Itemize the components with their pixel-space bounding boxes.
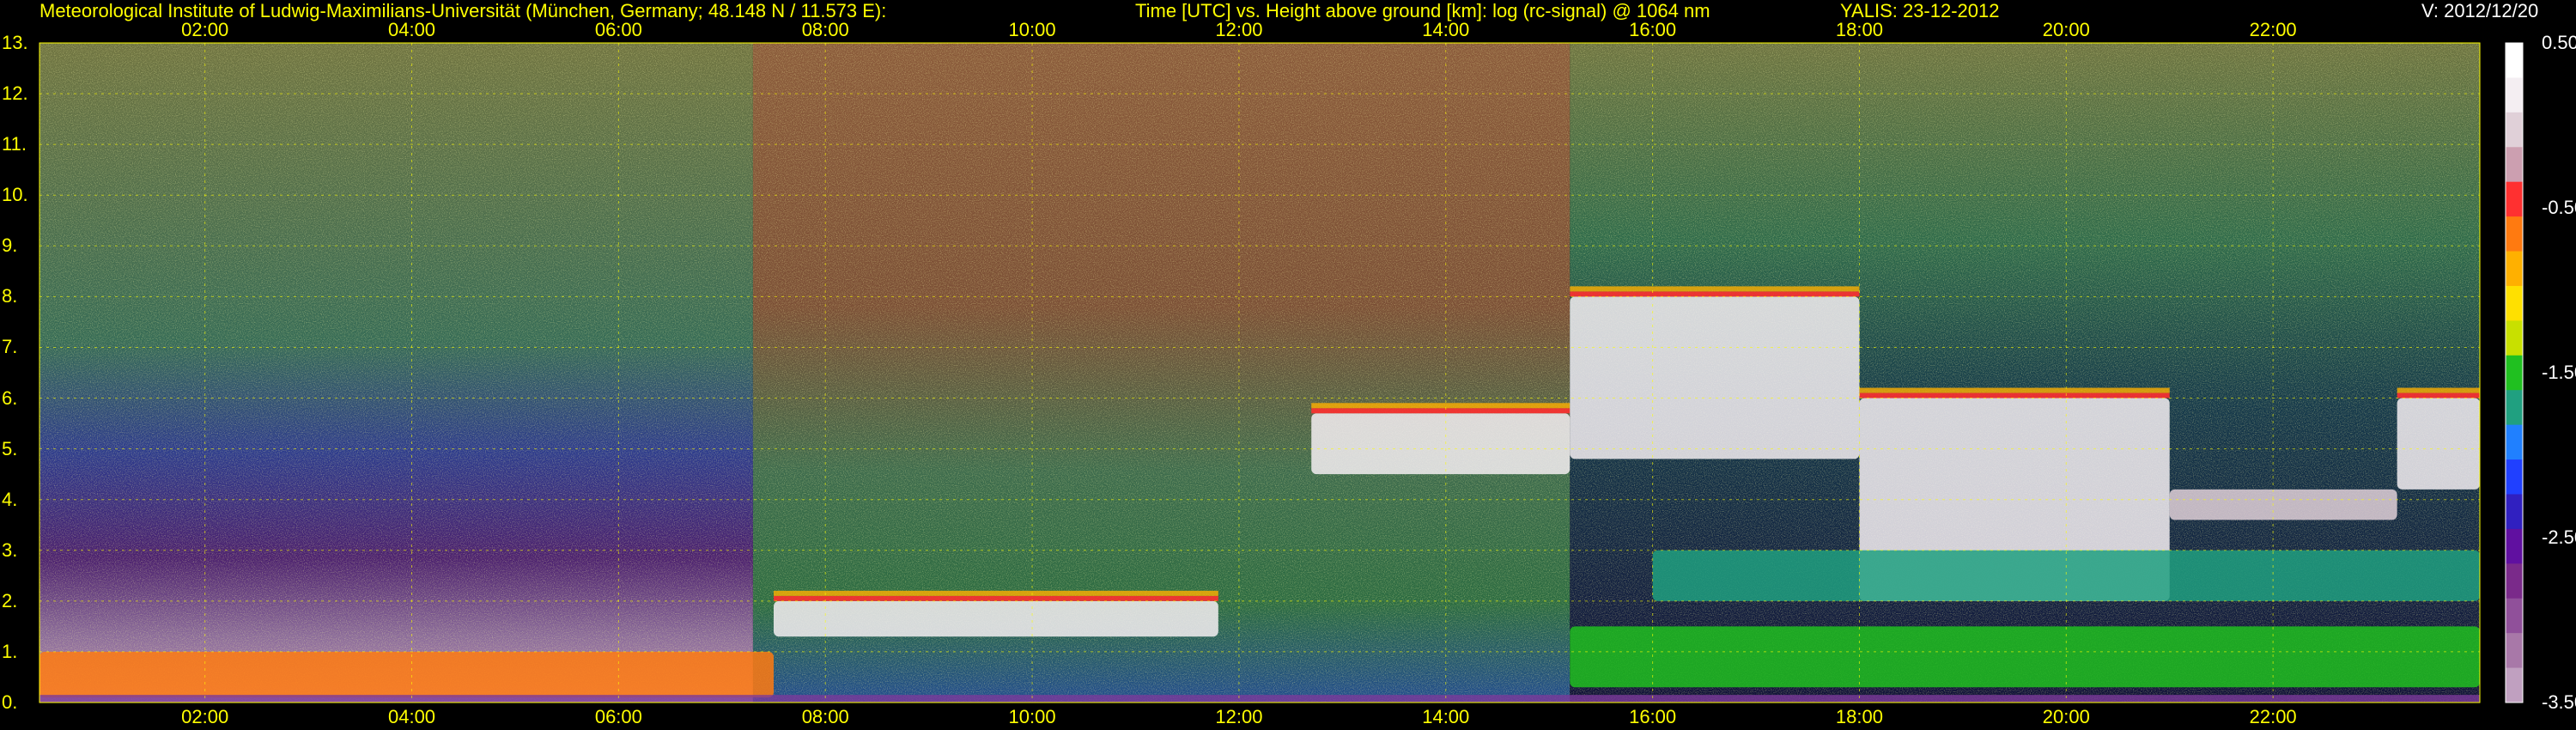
x-tick-bottom-2: 06:00	[594, 706, 642, 727]
x-tick-bottom-8: 18:00	[1835, 706, 1883, 727]
feature-edge2-3	[1570, 286, 1860, 292]
colorbar-swatch-2	[2506, 112, 2523, 148]
plot-area	[39, 43, 2480, 703]
x-tick-top-0: 02:00	[181, 19, 229, 40]
feature-edge-4	[1859, 392, 2170, 398]
x-tick-top-5: 12:00	[1215, 19, 1263, 40]
x-tick-bottom-9: 20:00	[2042, 706, 2090, 727]
x-tick-top-3: 08:00	[801, 19, 849, 40]
colorbar-swatch-12	[2506, 459, 2523, 495]
colorbar-swatch-16	[2506, 598, 2523, 634]
x-tick-bottom-0: 02:00	[181, 706, 229, 727]
colorbar-swatch-11	[2506, 424, 2523, 460]
colorbar-swatch-17	[2506, 633, 2523, 669]
colorbar-swatch-14	[2506, 528, 2523, 564]
x-tick-bottom-7: 16:00	[1629, 706, 1677, 727]
colorbar-swatch-4	[2506, 181, 2523, 217]
colorbar-swatch-1	[2506, 77, 2523, 113]
feature-edge2-6	[2397, 387, 2480, 393]
y-tick-2: 2.	[2, 589, 18, 611]
x-tick-bottom-1: 04:00	[387, 706, 436, 727]
colorbar-swatch-9	[2506, 355, 2523, 391]
y-tick-5: 5.	[2, 437, 18, 459]
feature-3	[1570, 296, 1860, 459]
colorbar-tick-1: -0.50	[2542, 197, 2576, 218]
colorbar-swatch-15	[2506, 563, 2523, 599]
colorbar-swatch-0	[2506, 43, 2523, 78]
y-tick-1: 1.	[2, 640, 18, 662]
feature-2	[1311, 413, 1571, 475]
feature-edge2-2	[1311, 403, 1571, 409]
x-tick-bottom-6: 14:00	[1422, 706, 1470, 727]
x-tick-top-1: 04:00	[387, 19, 436, 40]
colorbar	[2505, 42, 2524, 703]
feature-1	[774, 600, 1218, 637]
colorbar-tick-3: -2.50	[2542, 526, 2576, 548]
y-tick-7: 7.	[2, 336, 18, 358]
colorbar-swatch-8	[2506, 320, 2523, 356]
x-tick-top-6: 14:00	[1422, 19, 1470, 40]
x-tick-top-2: 06:00	[594, 19, 642, 40]
colorbar-tick-0: 0.50	[2542, 32, 2576, 53]
header-version: V: 2012/12/20	[2421, 0, 2539, 21]
y-tick-3: 3.	[2, 538, 18, 561]
y-tick-6: 6.	[2, 386, 18, 409]
y-tick-12: 12.	[2, 82, 28, 105]
y-tick-10: 10.	[2, 184, 28, 206]
x-tick-top-10: 22:00	[2249, 19, 2297, 40]
feature-5	[2169, 489, 2397, 520]
y-tick-0: 0.	[2, 691, 18, 713]
y-tick-11: 11.	[2, 133, 27, 155]
feature-edge2-1	[774, 590, 1218, 596]
feature-edge-2	[1311, 408, 1571, 414]
header-institute: Meteorological Institute of Ludwig-Maxim…	[39, 0, 887, 21]
lidar-heatmap-chart	[39, 42, 2524, 703]
x-tick-bottom-5: 12:00	[1215, 706, 1263, 727]
x-tick-bottom-3: 08:00	[801, 706, 849, 727]
x-tick-bottom-4: 10:00	[1008, 706, 1056, 727]
y-tick-13: 13.	[2, 32, 28, 53]
feature-6	[2397, 398, 2480, 490]
colorbar-swatch-6	[2506, 251, 2523, 287]
x-tick-top-9: 20:00	[2042, 19, 2090, 40]
colorbar-swatch-3	[2506, 147, 2523, 183]
ground-strip	[39, 695, 2480, 703]
feature-edge-6	[2397, 392, 2480, 398]
signal-noise	[39, 43, 2480, 703]
y-tick-9: 9.	[2, 234, 18, 257]
y-tick-4: 4.	[2, 488, 18, 510]
y-tick-8: 8.	[2, 285, 18, 307]
feature-0	[39, 651, 775, 698]
feature-edge2-4	[1859, 387, 2170, 393]
x-tick-top-4: 10:00	[1008, 19, 1056, 40]
x-tick-top-7: 16:00	[1629, 19, 1677, 40]
colorbar-swatch-18	[2506, 667, 2523, 703]
feature-edge-3	[1570, 291, 1860, 297]
colorbar-tick-4: -3.50	[2542, 691, 2576, 713]
colorbar-swatch-13	[2506, 494, 2523, 530]
feature-edge-1	[774, 595, 1218, 601]
x-tick-top-8: 18:00	[1835, 19, 1883, 40]
colorbar-swatch-7	[2506, 285, 2523, 321]
x-tick-bottom-10: 22:00	[2249, 706, 2297, 727]
feature-7	[1570, 626, 2480, 688]
colorbar-swatch-10	[2506, 390, 2523, 426]
colorbar-tick-2: -1.50	[2542, 362, 2576, 383]
colorbar-swatch-5	[2506, 216, 2523, 252]
